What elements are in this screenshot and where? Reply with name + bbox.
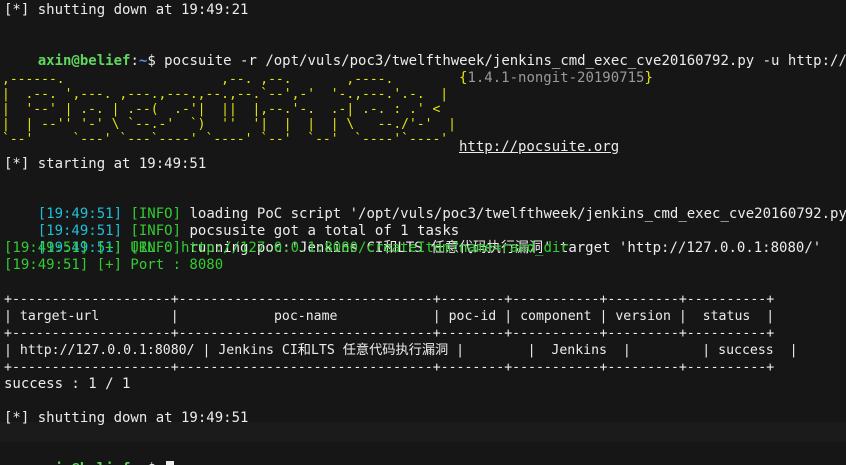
prompt-symbol: $ xyxy=(147,53,165,69)
version-text: 1.4.1-nongit-20190715 xyxy=(467,70,645,86)
prompt-sep: : xyxy=(130,461,138,465)
command-text: pocsuite -r /opt/vuls/poc3/twelfthweek/j… xyxy=(164,53,846,69)
log-line-3: [19:49:51] [INFO] running poc:'Jenkins C… xyxy=(4,223,821,256)
prompt-line-active[interactable]: axin@belief:~$ xyxy=(4,444,175,465)
starting-line: [*] starting at 19:49:51 xyxy=(4,156,207,172)
table-border-mid: +--------------------+------------------… xyxy=(4,326,775,341)
terminal-window[interactable]: [*] shutting down at 19:49:21 axin@belie… xyxy=(0,0,846,465)
prompt-user: axin@belief xyxy=(37,53,131,69)
version-brace-close: } xyxy=(644,70,653,86)
shutdown-line-bottom: [*] shutting down at 19:49:51 xyxy=(4,410,249,426)
summary-line: success : 1 / 1 xyxy=(4,376,131,392)
table-data-row: | http://127.0.0.1:8080/ | Jenkins CI和LT… xyxy=(4,343,798,358)
command-line: axin@belief:~$ pocsuite -r /opt/vuls/poc… xyxy=(4,36,846,69)
table-border-top: +--------------------+------------------… xyxy=(4,292,775,307)
prompt-user: axin@belief xyxy=(38,461,131,465)
result-url-line: [19:49:51] [+] URL : http://127.0.0.1:80… xyxy=(4,240,569,256)
terminal-cursor[interactable] xyxy=(166,461,175,465)
log-line-2: [19:49:51] [INFO] pocsusite got a total … xyxy=(4,206,459,239)
banner-version: {1.4.1-nongit-20190715} xyxy=(459,70,653,87)
table-border-bottom: +--------------------+------------------… xyxy=(4,360,775,375)
result-port-line: [19:49:51] [+] Port : 8080 xyxy=(4,257,224,273)
log-line-1: [19:49:51] [INFO] loading PoC script '/o… xyxy=(4,189,846,222)
prompt-symbol: $ xyxy=(147,461,164,465)
table-header-row: | target-url | poc-name | poc-id | compo… xyxy=(4,309,775,324)
banner-url-link[interactable]: http://pocsuite.org xyxy=(459,139,619,156)
pocsuite-ascii-banner: ,------. ,--. ,--. ,----. | .--. ',---. … xyxy=(2,72,456,147)
shutdown-line-top: [*] shutting down at 19:49:21 xyxy=(4,2,249,18)
prompt-sep: : xyxy=(130,53,139,69)
